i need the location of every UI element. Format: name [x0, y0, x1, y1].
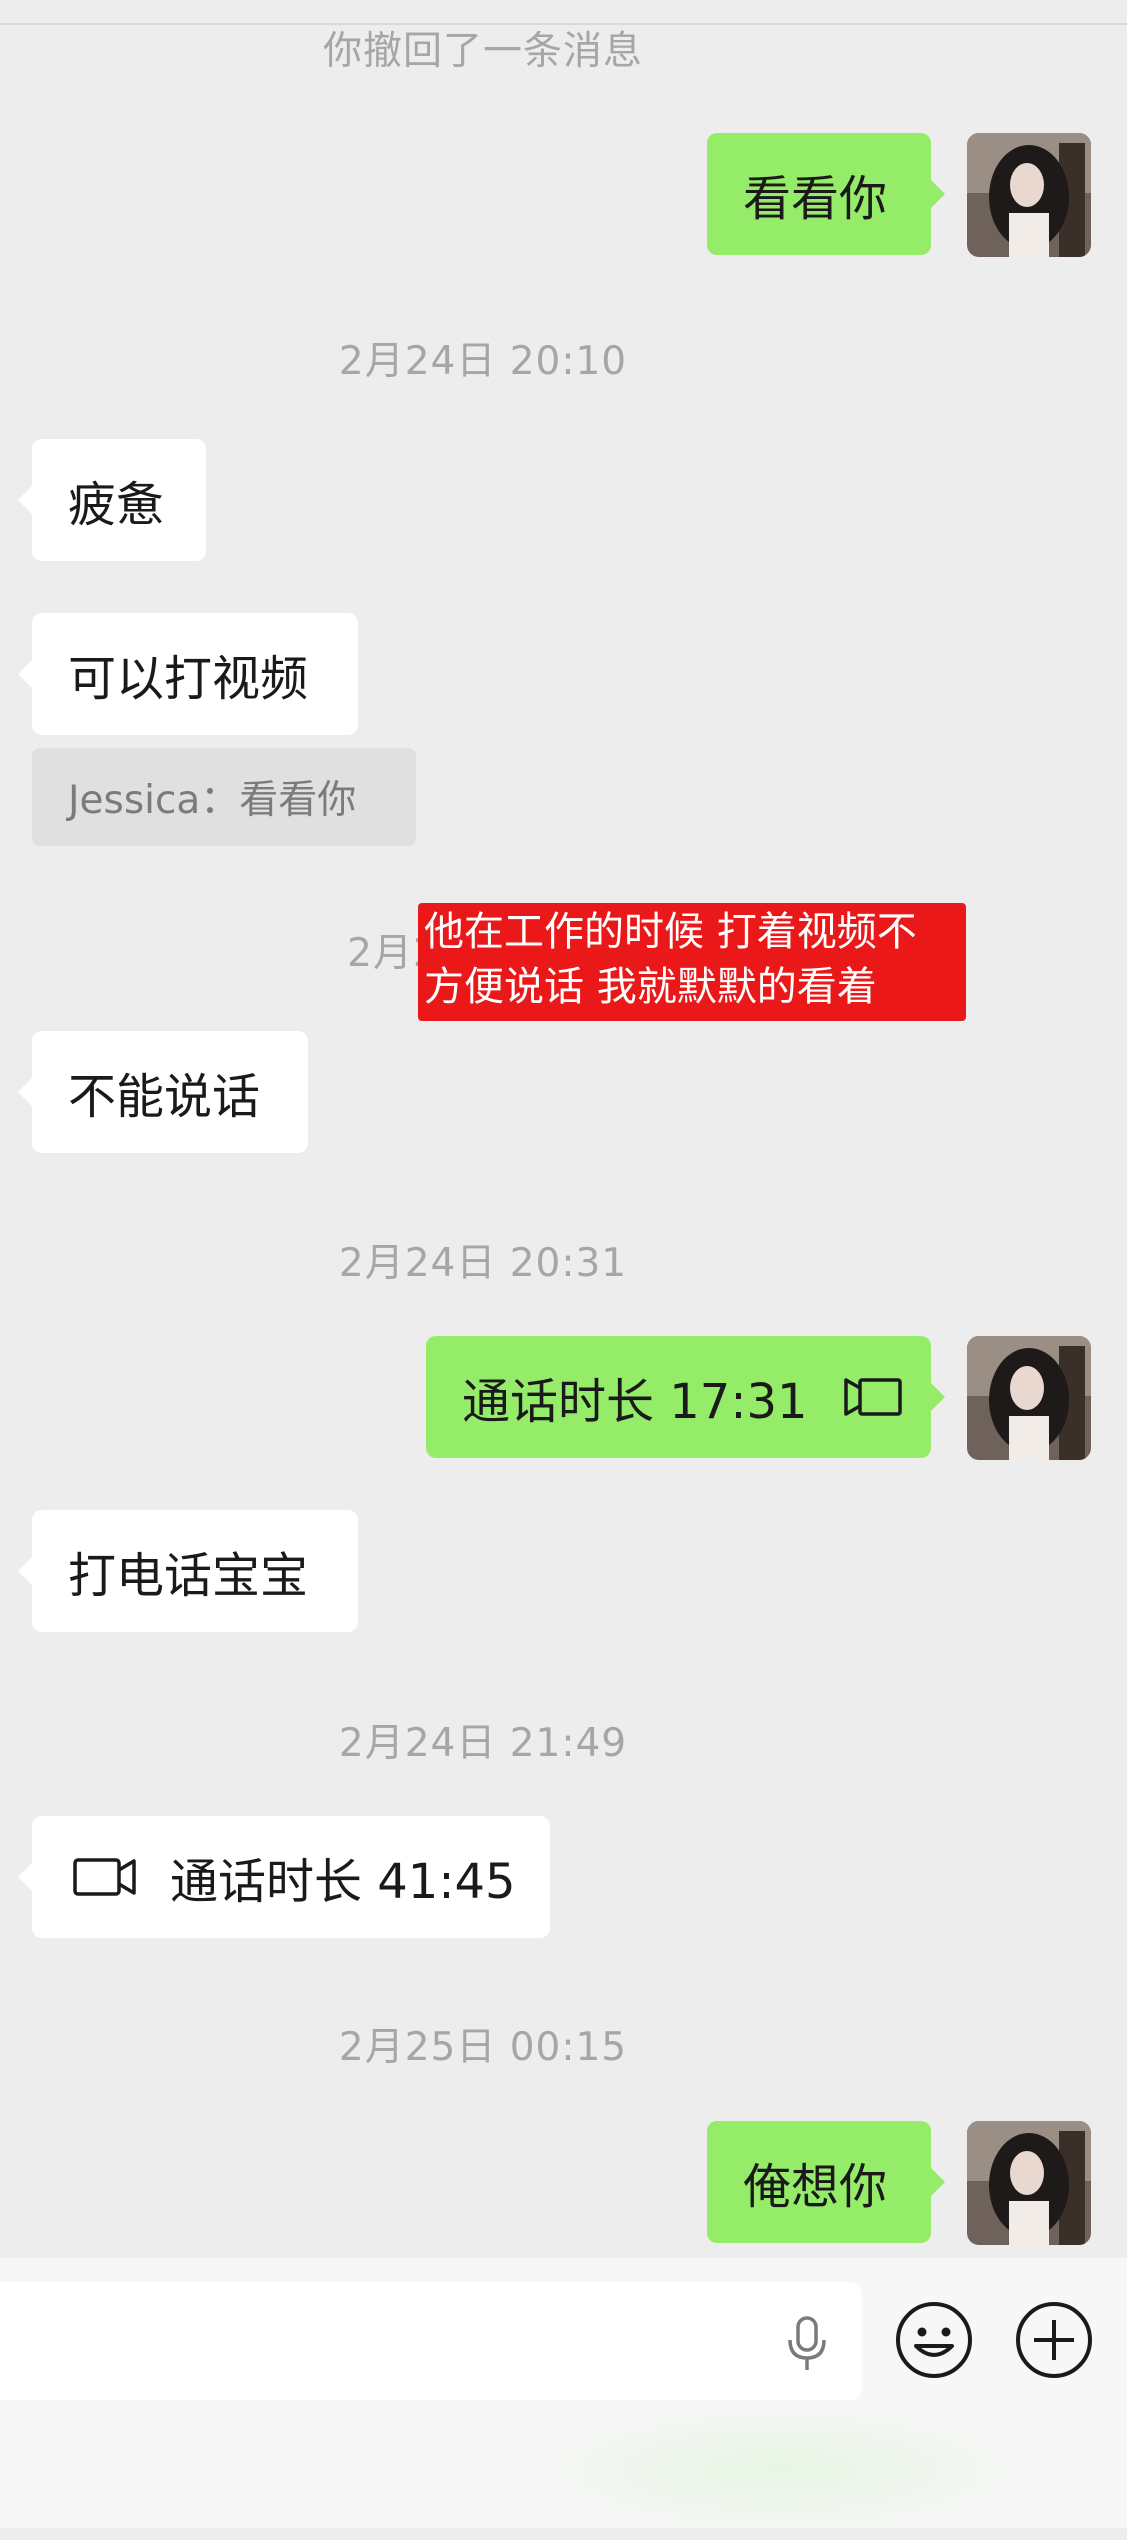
timestamp: 2月24日 20:31: [338, 1241, 628, 1286]
quote-text: Jessica：看看你: [68, 778, 357, 823]
message-text: 疲惫: [68, 477, 165, 533]
timestamp: 2月24日 20:10: [338, 339, 628, 384]
message-bubble-sent[interactable]: 看看你: [707, 133, 945, 255]
caption-line: 他在工作的时候 打着视频不: [424, 909, 917, 955]
message-text: 俺想你: [743, 2159, 888, 2215]
message-bubble-received[interactable]: 打电话宝宝: [18, 1510, 358, 1632]
quoted-reply[interactable]: Jessica：看看你: [32, 748, 416, 846]
message-bubble-received[interactable]: 疲惫: [18, 439, 206, 561]
message-text: 看看你: [743, 171, 888, 227]
avatar[interactable]: [967, 133, 1091, 257]
call-duration-text: 通话时长 17:31: [462, 1374, 808, 1430]
timestamp: 2月24日 21:49: [338, 1721, 628, 1766]
red-caption-overlay: 他在工作的时候 打着视频不 方便说话 我就默默的看着: [418, 903, 966, 1021]
message-input[interactable]: [0, 2282, 862, 2400]
plus-circle-icon[interactable]: [1014, 2300, 1094, 2380]
message-text: 不能说话: [68, 1069, 261, 1125]
call-record-sent[interactable]: 通话时长 17:31: [426, 1336, 945, 1458]
avatar-photo: [967, 1336, 1091, 1460]
emoji-icon[interactable]: [894, 2300, 974, 2380]
caption-line: 方便说话 我就默默的看着: [424, 964, 877, 1010]
timestamp: 2月25日 00:15: [338, 2025, 628, 2070]
video-call-icon: [840, 1376, 904, 1418]
message-bubble-received[interactable]: 不能说话: [18, 1031, 308, 1153]
microphone-icon[interactable]: [784, 2316, 830, 2376]
avatar-photo: [967, 2121, 1091, 2245]
avatar-photo: [967, 133, 1091, 257]
recalled-message-notice: 你撤回了一条消息: [322, 29, 643, 74]
message-text: 可以打视频: [68, 651, 309, 707]
call-duration-text: 通话时长 41:45: [170, 1854, 516, 1910]
avatar[interactable]: [967, 2121, 1091, 2245]
watermark-glow: [520, 2400, 1040, 2540]
message-text: 打电话宝宝: [68, 1548, 309, 1604]
avatar[interactable]: [967, 1336, 1091, 1460]
message-bubble-sent[interactable]: 俺想你: [707, 2121, 945, 2243]
video-camera-icon: [72, 1856, 138, 1898]
message-bubble-received[interactable]: 可以打视频: [18, 613, 358, 735]
call-record-received[interactable]: 通话时长 41:45: [18, 1816, 550, 1938]
